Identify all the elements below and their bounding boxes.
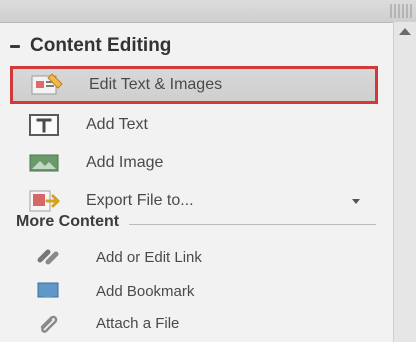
- tool-label: Export File to...: [86, 192, 194, 209]
- content-editing-panel: Content Editing Edit Text & Images Add T…: [0, 0, 416, 342]
- add-image-icon: [24, 148, 64, 178]
- tool-edit-text-images[interactable]: Edit Text & Images: [10, 66, 378, 104]
- panel-scrollbar[interactable]: [393, 22, 416, 342]
- content-editing-header[interactable]: Content Editing: [10, 32, 380, 60]
- more-content-section: More Content: [16, 210, 376, 234]
- tool-label: Attach a File: [96, 314, 180, 332]
- bookmark-icon: [30, 277, 66, 305]
- panel-grip-icon[interactable]: [390, 4, 414, 18]
- add-text-icon: [24, 110, 64, 140]
- section-title: Content Editing: [30, 35, 172, 56]
- link-icon: [30, 243, 66, 271]
- edit-text-images-icon: [27, 70, 67, 100]
- tool-label: Add Image: [86, 154, 164, 171]
- scroll-up-arrow-icon[interactable]: [399, 28, 411, 35]
- paperclip-icon: [30, 309, 66, 337]
- tool-label: Add Text: [86, 116, 148, 133]
- chevron-down-icon[interactable]: [352, 198, 360, 204]
- collapse-icon[interactable]: [10, 44, 20, 48]
- tool-add-text[interactable]: Add Text: [10, 106, 378, 144]
- tool-label: Add or Edit Link: [96, 248, 202, 266]
- more-content-title: More Content: [16, 213, 120, 230]
- tool-add-image[interactable]: Add Image: [10, 144, 378, 182]
- panel-titlebar: [0, 0, 416, 23]
- section-divider: [129, 223, 376, 225]
- tool-label: Add Bookmark: [96, 282, 195, 300]
- tool-label: Edit Text & Images: [89, 76, 223, 93]
- tool-attach-file[interactable]: Attach a File: [20, 306, 380, 340]
- tool-add-edit-link[interactable]: Add or Edit Link: [20, 240, 380, 274]
- tool-add-bookmark[interactable]: Add Bookmark: [20, 274, 380, 308]
